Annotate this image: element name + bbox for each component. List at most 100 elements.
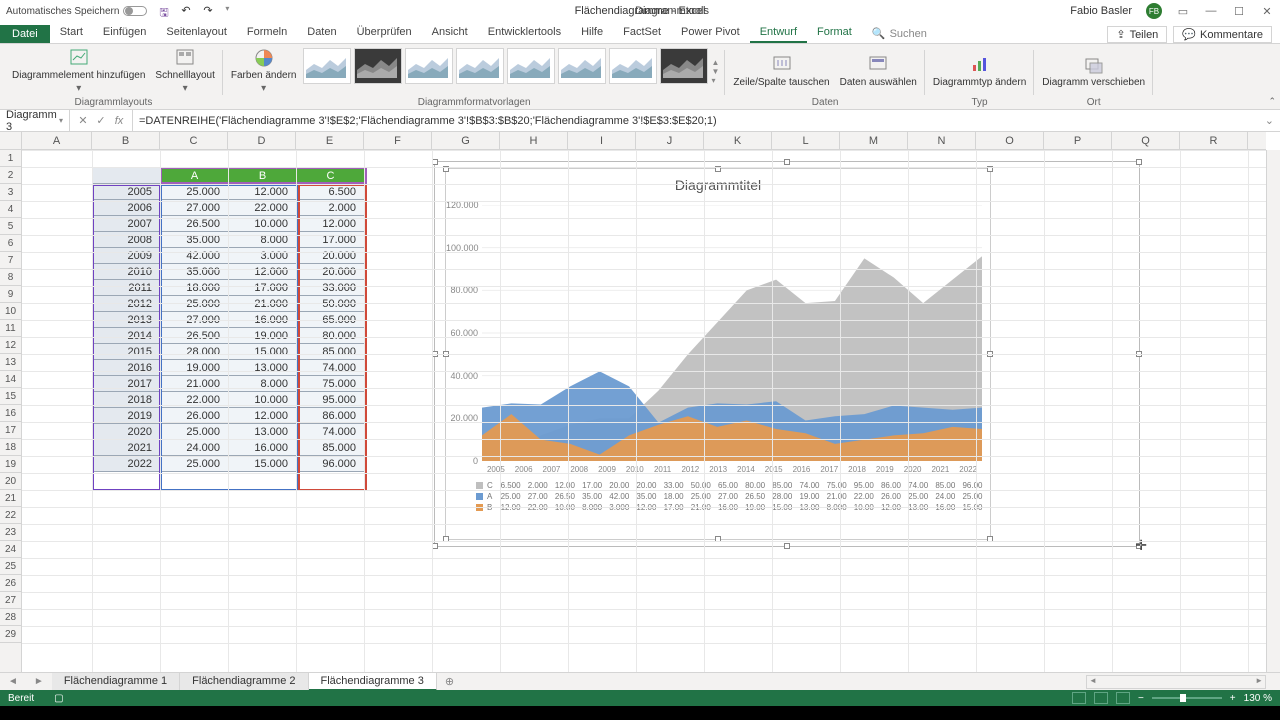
zoom-level[interactable]: 130 % bbox=[1244, 693, 1272, 704]
share-button[interactable]: ⇪Teilen bbox=[1107, 26, 1167, 43]
resize-handle[interactable] bbox=[784, 159, 790, 165]
tab-start[interactable]: Start bbox=[50, 23, 93, 43]
col-header[interactable]: C bbox=[160, 132, 228, 149]
save-icon[interactable]: 🖫 bbox=[159, 4, 173, 18]
col-header[interactable]: R bbox=[1180, 132, 1248, 149]
switch-row-col-button[interactable]: Zeile/Spalte tauschen bbox=[729, 46, 833, 96]
sheet-nav-prev-icon[interactable]: ◄ bbox=[0, 676, 26, 687]
col-header[interactable]: P bbox=[1044, 132, 1112, 149]
chart-style-thumb[interactable] bbox=[558, 48, 606, 84]
select-data-button[interactable]: Daten auswählen bbox=[836, 46, 921, 96]
zoom-in-icon[interactable]: + bbox=[1230, 693, 1236, 704]
col-header[interactable]: E bbox=[296, 132, 364, 149]
ribbon-display-icon[interactable]: ▭ bbox=[1176, 4, 1190, 18]
minimize-icon[interactable]: — bbox=[1204, 4, 1218, 18]
user-avatar[interactable]: FB bbox=[1146, 3, 1162, 19]
row-header[interactable]: 15 bbox=[0, 388, 21, 405]
col-header[interactable]: J bbox=[636, 132, 704, 149]
page-break-view-icon[interactable] bbox=[1116, 692, 1130, 704]
col-header[interactable]: Q bbox=[1112, 132, 1180, 149]
tab-seitenlayout[interactable]: Seitenlayout bbox=[156, 23, 237, 43]
formula-input[interactable]: =DATENREIHE('Flächendiagramme 3'!$E$2;'F… bbox=[133, 115, 1259, 127]
move-chart-button[interactable]: Diagramm verschieben bbox=[1038, 46, 1149, 96]
col-header[interactable]: B bbox=[92, 132, 160, 149]
zoom-out-icon[interactable]: − bbox=[1138, 693, 1144, 704]
col-header[interactable]: I bbox=[568, 132, 636, 149]
user-name[interactable]: Fabio Basler bbox=[1070, 5, 1132, 17]
enter-formula-icon[interactable]: ✓ bbox=[94, 114, 108, 127]
change-chart-type-button[interactable]: Diagrammtyp ändern bbox=[929, 46, 1030, 96]
row-header[interactable]: 23 bbox=[0, 524, 21, 541]
row-header[interactable]: 9 bbox=[0, 286, 21, 303]
row-header[interactable]: 12 bbox=[0, 337, 21, 354]
select-all-corner[interactable] bbox=[0, 132, 22, 150]
sheet-tab[interactable]: Flächendiagramme 1 bbox=[52, 673, 180, 691]
tab-formeln[interactable]: Formeln bbox=[237, 23, 297, 43]
tab-einfügen[interactable]: Einfügen bbox=[93, 23, 156, 43]
zoom-slider[interactable] bbox=[1152, 697, 1222, 699]
gallery-up-icon[interactable]: ▲ bbox=[712, 58, 720, 67]
change-colors-button[interactable]: Farben ändern▾ bbox=[227, 46, 301, 96]
autosave-toggle[interactable]: Automatisches Speichern bbox=[6, 6, 147, 17]
row-headers[interactable]: 1234567891011121314151617181920212223242… bbox=[0, 150, 22, 676]
tab-daten[interactable]: Daten bbox=[297, 23, 346, 43]
sheet-tab[interactable]: Flächendiagramme 2 bbox=[180, 673, 308, 691]
gallery-down-icon[interactable]: ▼ bbox=[712, 67, 720, 76]
expand-formula-icon[interactable]: ⌄ bbox=[1259, 114, 1280, 127]
tab-hilfe[interactable]: Hilfe bbox=[571, 23, 613, 43]
row-header[interactable]: 6 bbox=[0, 235, 21, 252]
undo-icon[interactable]: ↶ bbox=[181, 4, 195, 18]
resize-handle[interactable] bbox=[1136, 159, 1142, 165]
row-header[interactable]: 27 bbox=[0, 592, 21, 609]
row-header[interactable]: 21 bbox=[0, 490, 21, 507]
quick-layout-button[interactable]: Schnelllayout▾ bbox=[151, 46, 218, 96]
comments-button[interactable]: 💬Kommentare bbox=[1173, 26, 1272, 43]
row-header[interactable]: 7 bbox=[0, 252, 21, 269]
row-header[interactable]: 1 bbox=[0, 150, 21, 167]
tab-entwicklertools[interactable]: Entwicklertools bbox=[478, 23, 571, 43]
col-header[interactable]: G bbox=[432, 132, 500, 149]
row-header[interactable]: 22 bbox=[0, 507, 21, 524]
resize-handle[interactable] bbox=[784, 543, 790, 549]
chart-style-thumb[interactable] bbox=[507, 48, 555, 84]
row-header[interactable]: 29 bbox=[0, 626, 21, 643]
vertical-scrollbar[interactable] bbox=[1266, 150, 1280, 676]
close-icon[interactable]: ✕ bbox=[1260, 4, 1274, 18]
row-header[interactable]: 20 bbox=[0, 473, 21, 490]
gallery-more-icon[interactable]: ▾ bbox=[712, 76, 720, 85]
search-box[interactable]: 🔍 Suchen bbox=[862, 24, 937, 43]
col-header[interactable]: N bbox=[908, 132, 976, 149]
row-header[interactable]: 28 bbox=[0, 609, 21, 626]
row-header[interactable]: 26 bbox=[0, 575, 21, 592]
cells-area[interactable]: ABC200525.00012.0006.500200627.00022.000… bbox=[22, 150, 1266, 676]
row-header[interactable]: 10 bbox=[0, 303, 21, 320]
tab-entwurf[interactable]: Entwurf bbox=[750, 23, 807, 43]
row-header[interactable]: 13 bbox=[0, 354, 21, 371]
row-header[interactable]: 24 bbox=[0, 541, 21, 558]
col-header[interactable]: L bbox=[772, 132, 840, 149]
row-header[interactable]: 16 bbox=[0, 405, 21, 422]
chart-style-thumb[interactable] bbox=[303, 48, 351, 84]
tab-factset[interactable]: FactSet bbox=[613, 23, 671, 43]
add-sheet-button[interactable]: ⊕ bbox=[437, 675, 462, 688]
normal-view-icon[interactable] bbox=[1072, 692, 1086, 704]
row-header[interactable]: 3 bbox=[0, 184, 21, 201]
collapse-ribbon-icon[interactable]: ⌃ bbox=[1268, 96, 1276, 107]
col-header[interactable]: M bbox=[840, 132, 908, 149]
redo-icon[interactable]: ↷ bbox=[203, 4, 217, 18]
col-header[interactable]: D bbox=[228, 132, 296, 149]
tab-power pivot[interactable]: Power Pivot bbox=[671, 23, 750, 43]
fx-icon[interactable]: fx bbox=[112, 115, 126, 127]
sheet-tab[interactable]: Flächendiagramme 3 bbox=[309, 673, 437, 691]
chart-style-thumb[interactable] bbox=[456, 48, 504, 84]
maximize-icon[interactable]: ☐ bbox=[1232, 4, 1246, 18]
worksheet-grid[interactable]: ABCDEFGHIJKLMNOPQR 123456789101112131415… bbox=[0, 132, 1280, 676]
row-header[interactable]: 8 bbox=[0, 269, 21, 286]
column-headers[interactable]: ABCDEFGHIJKLMNOPQR bbox=[22, 132, 1266, 150]
row-header[interactable]: 11 bbox=[0, 320, 21, 337]
tab-format[interactable]: Format bbox=[807, 23, 862, 43]
row-header[interactable]: 19 bbox=[0, 456, 21, 473]
row-header[interactable]: 4 bbox=[0, 201, 21, 218]
col-header[interactable]: O bbox=[976, 132, 1044, 149]
row-header[interactable]: 18 bbox=[0, 439, 21, 456]
